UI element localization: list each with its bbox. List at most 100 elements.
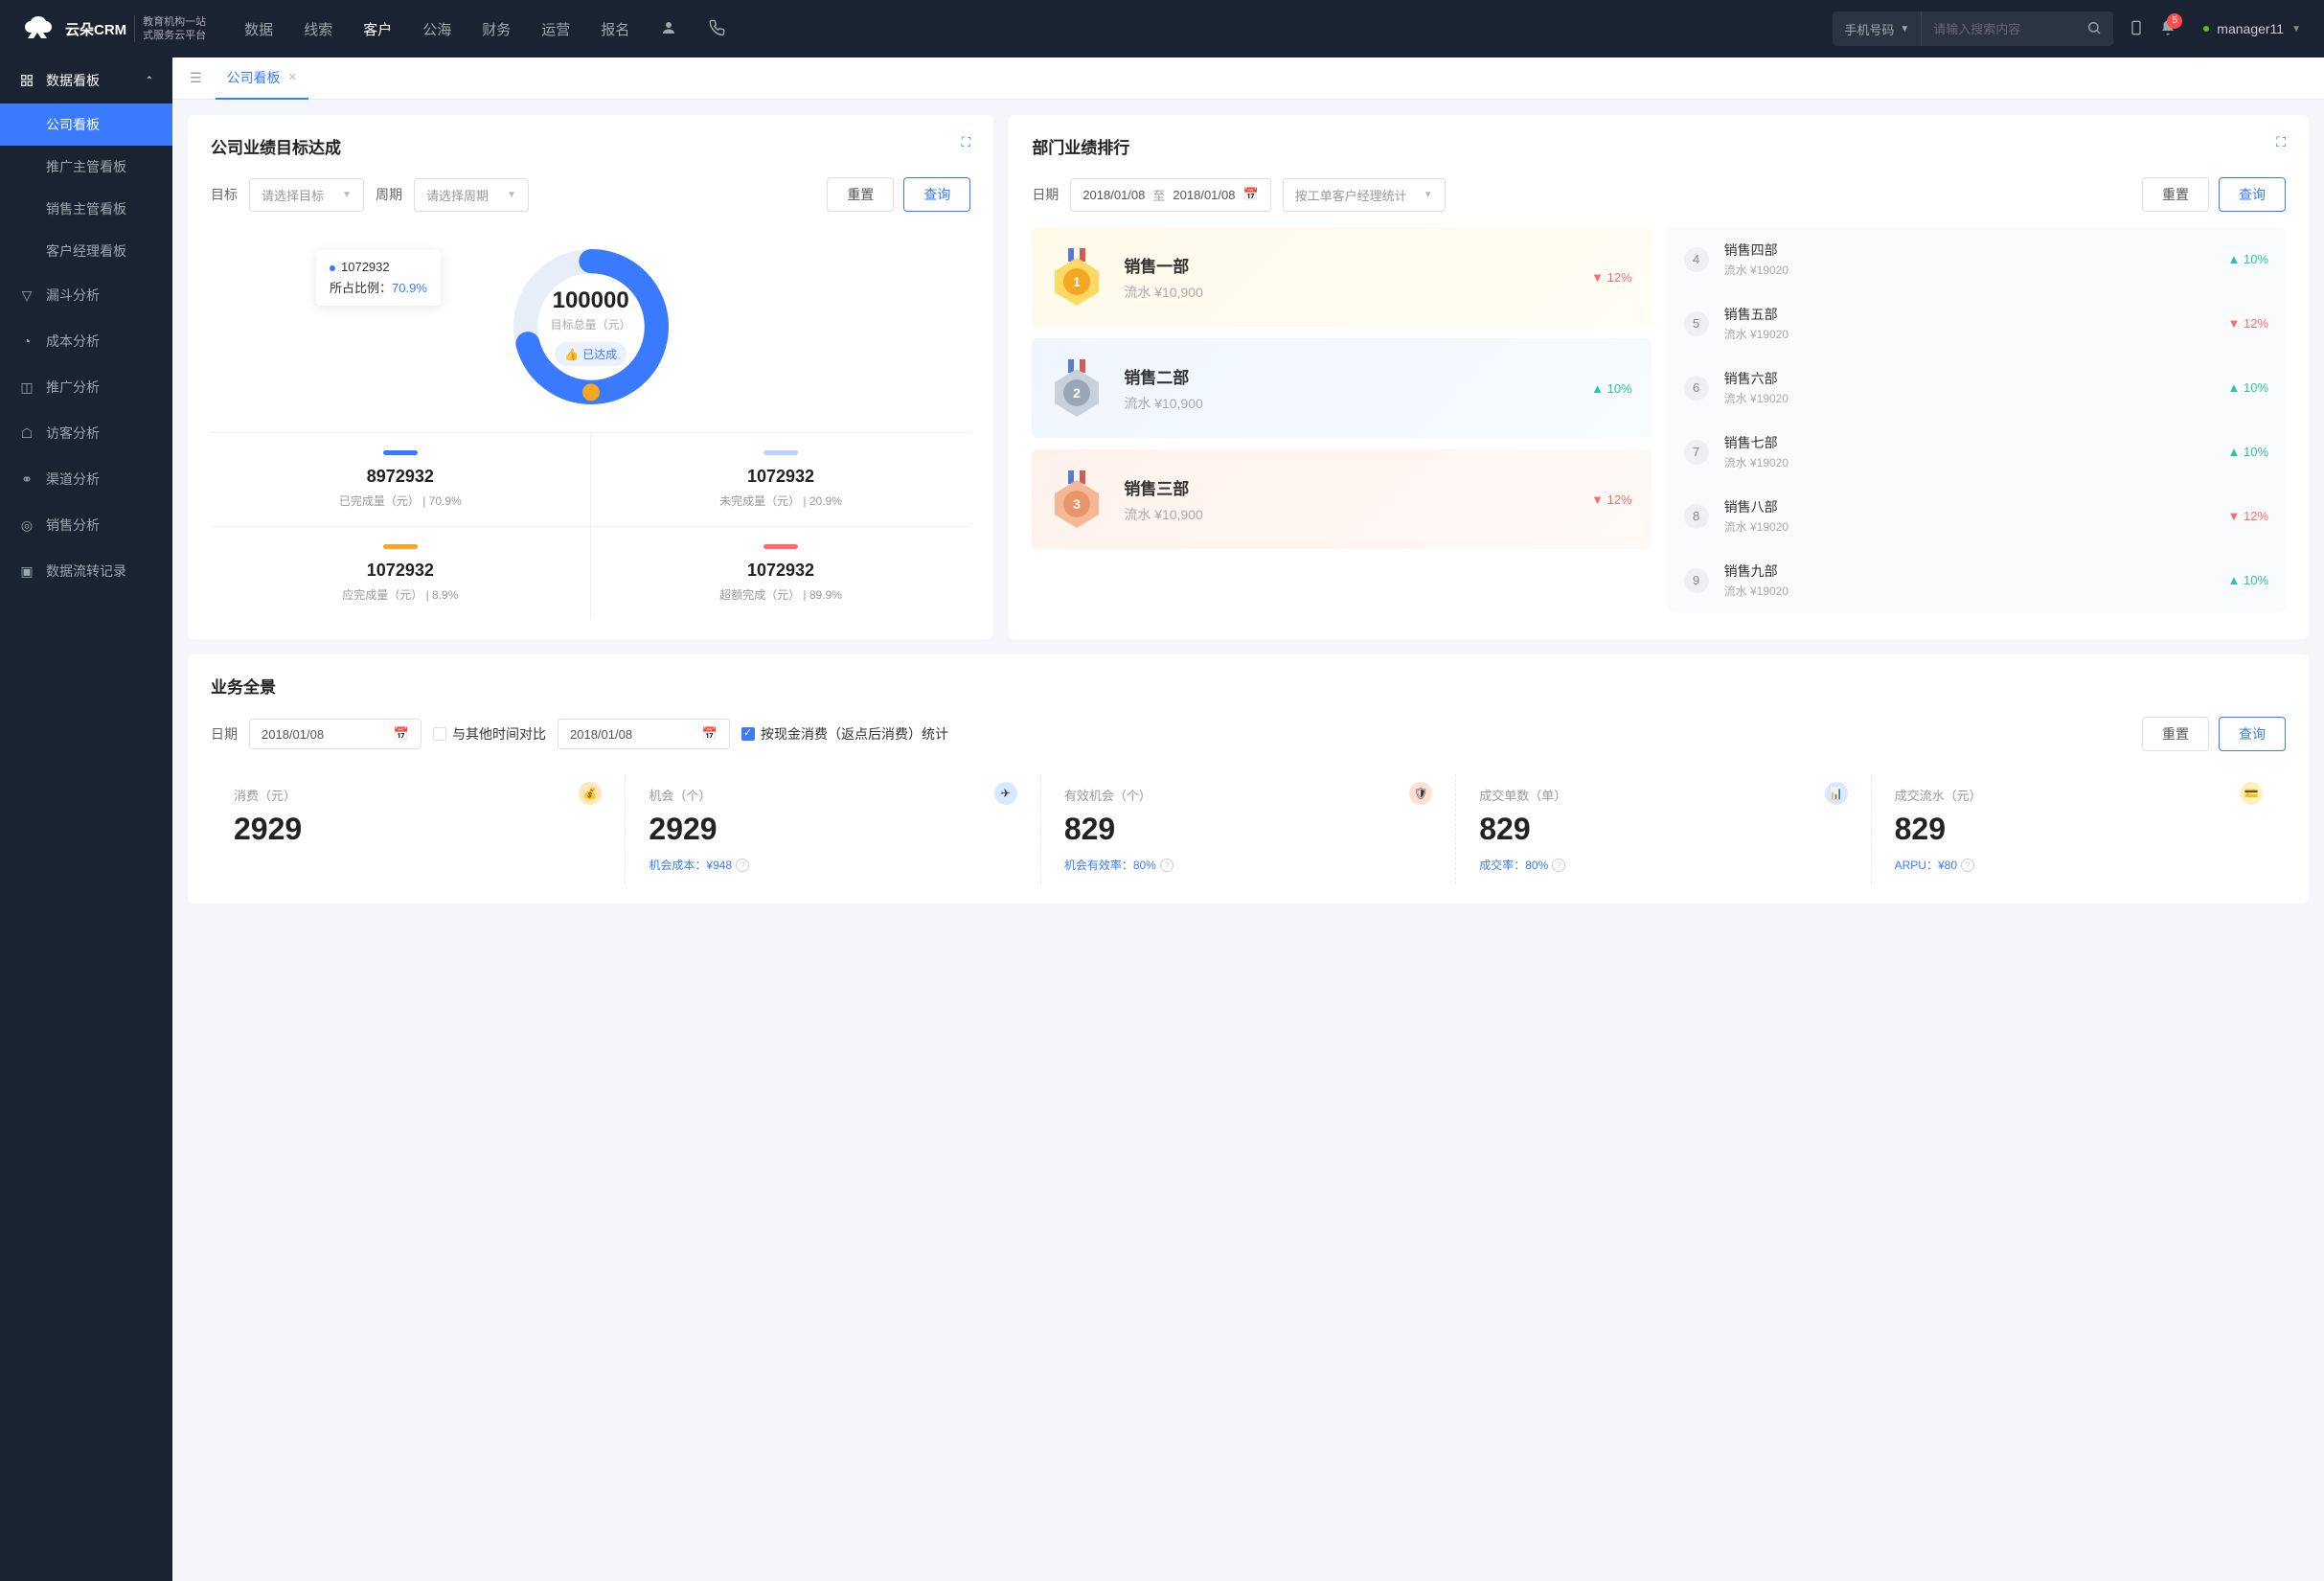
- reset-button[interactable]: 重置: [2142, 177, 2209, 212]
- user-menu[interactable]: manager11 ▼: [2203, 21, 2301, 36]
- menu-toggle-icon[interactable]: ☰: [184, 64, 208, 92]
- select-period[interactable]: 请选择周期▼: [414, 178, 529, 212]
- sidebar-item-sales-lead[interactable]: 销售主管看板: [0, 188, 172, 230]
- medal-icon: 2: [1051, 359, 1103, 417]
- rank-row[interactable]: 6销售六部流水 ¥19020▲ 10%: [1667, 355, 2286, 420]
- sidebar-item-promo-lead[interactable]: 推广主管看板: [0, 146, 172, 188]
- rank-row[interactable]: 8销售八部流水 ¥19020▼ 12%: [1667, 484, 2286, 548]
- topnav-leads[interactable]: 线索: [304, 19, 332, 39]
- select-target[interactable]: 请选择目标▼: [249, 178, 364, 212]
- rank-filters: 日期 2018/01/08 至 2018/01/08 📅 按工单客户经理统计▼ …: [1032, 177, 2286, 212]
- biz-filters: 日期 2018/01/08📅 与其他时间对比 2018/01/08📅 按现金消费…: [211, 717, 2286, 751]
- logo-icon: [23, 15, 57, 42]
- funnel-icon: ▽: [19, 287, 34, 303]
- rank-rest: 4销售四部流水 ¥19020▲ 10%5销售五部流水 ¥19020▼ 12%6销…: [1667, 227, 2286, 612]
- rank-row[interactable]: 9销售九部流水 ¥19020▲ 10%: [1667, 548, 2286, 612]
- rank-row[interactable]: 7销售七部流水 ¥19020▲ 10%: [1667, 420, 2286, 484]
- phone-icon[interactable]: [708, 19, 725, 39]
- sidebar-item-flow[interactable]: ▣数据流转记录: [0, 548, 172, 594]
- sidebar-item-account-mgr[interactable]: 客户经理看板: [0, 230, 172, 272]
- sidebar-group-dashboard[interactable]: 数据看板 ⌃: [0, 57, 172, 103]
- label-target: 目标: [211, 185, 238, 204]
- label-date: 日期: [211, 724, 238, 744]
- sidebar-item-company[interactable]: 公司看板: [0, 103, 172, 146]
- select-statby[interactable]: 按工单客户经理统计▼: [1283, 178, 1446, 212]
- svg-text:1: 1: [1073, 274, 1081, 289]
- svg-text:2: 2: [1073, 385, 1081, 401]
- topnav-data[interactable]: 数据: [244, 19, 273, 39]
- sidebar-item-channel[interactable]: ⚭渠道分析: [0, 456, 172, 502]
- stat-cell: 1072932未完成量（元） | 20.9%: [591, 433, 971, 527]
- biz-card: ✈机会（个）2929机会成本：¥948 ?: [626, 774, 1040, 884]
- date-input-2[interactable]: 2018/01/08📅: [558, 719, 730, 749]
- reset-button[interactable]: 重置: [2142, 717, 2209, 751]
- card-title: 部门业绩排行: [1032, 134, 2286, 158]
- topbar: 云朵CRM 教育机构一站式服务云平台 数据 线索 客户 公海 财务 运营 报名 …: [0, 0, 2324, 57]
- cash-checkbox[interactable]: 按现金消费（返点后消费）统计: [741, 724, 948, 744]
- metric-icon: 💳: [2240, 782, 2263, 805]
- dashboard-icon: [19, 73, 34, 88]
- topnav-finance[interactable]: 财务: [482, 19, 511, 39]
- label-period: 周期: [376, 185, 402, 204]
- topnav-customer[interactable]: 客户: [363, 19, 392, 39]
- rank-item[interactable]: 1销售一部流水 ¥10,900▼ 12%: [1032, 227, 1651, 327]
- query-button[interactable]: 查询: [2219, 177, 2286, 212]
- search-type-select[interactable]: 手机号码▼: [1833, 11, 1922, 46]
- donut-total: 100000: [551, 287, 631, 314]
- help-icon[interactable]: ?: [1552, 859, 1565, 872]
- expand-icon[interactable]: ⛶: [2276, 134, 2286, 150]
- chevron-up-icon: ⌃: [146, 76, 153, 86]
- rank-item[interactable]: 2销售二部流水 ¥10,900▲ 10%: [1032, 338, 1651, 438]
- rank-item[interactable]: 3销售三部流水 ¥10,900▼ 12%: [1032, 449, 1651, 549]
- rank-row[interactable]: 5销售五部流水 ¥19020▼ 12%: [1667, 291, 2286, 355]
- stat-cell: 1072932超额完成（元） | 89.9%: [591, 527, 971, 620]
- biz-card: 💰消费（元）2929: [211, 774, 626, 884]
- help-icon[interactable]: ?: [736, 859, 749, 872]
- biz-card: 💳成交流水（元）829ARPU：¥80 ?: [1872, 774, 2286, 884]
- medal-icon: 1: [1051, 248, 1103, 306]
- topnav-enroll[interactable]: 报名: [601, 19, 629, 39]
- user-icon[interactable]: [660, 19, 677, 39]
- metric-icon: ✈: [994, 782, 1017, 805]
- rank-row[interactable]: 4销售四部流水 ¥19020▲ 10%: [1667, 227, 2286, 291]
- sidebar-item-promo[interactable]: ◫推广分析: [0, 364, 172, 410]
- date-range[interactable]: 2018/01/08 至 2018/01/08 📅: [1070, 178, 1270, 212]
- channel-icon: ⚭: [19, 471, 34, 487]
- sidebar-item-sales[interactable]: ◎销售分析: [0, 502, 172, 548]
- query-button[interactable]: 查询: [2219, 717, 2286, 751]
- stat-cell: 1072932应完成量（元） | 8.9%: [211, 527, 591, 620]
- donut-chart: 1072932 所占比例：70.9% 100000 目标总量（元: [211, 212, 970, 432]
- card-title: 公司业绩目标达成: [211, 134, 970, 158]
- query-button[interactable]: 查询: [903, 177, 970, 212]
- help-icon[interactable]: ?: [1961, 859, 1974, 872]
- biz-card: 🛡有效机会（个）829机会有效率：80% ?: [1041, 774, 1456, 884]
- card-target: 公司业绩目标达成 ⛶ 目标 请选择目标▼ 周期 请选择周期▼ 重置 查询: [188, 115, 993, 639]
- logo[interactable]: 云朵CRM 教育机构一站式服务云平台: [23, 15, 206, 43]
- calendar-icon: 📅: [1242, 187, 1258, 202]
- date-input-1[interactable]: 2018/01/08📅: [249, 719, 422, 749]
- mobile-icon[interactable]: [2129, 18, 2144, 40]
- biz-cards: 💰消费（元）2929✈机会（个）2929机会成本：¥948 ?🛡有效机会（个）8…: [211, 774, 2286, 884]
- topnav-ops[interactable]: 运营: [541, 19, 570, 39]
- achieved-badge: 👍已达成: [555, 342, 627, 366]
- tab-company[interactable]: 公司看板 ✕: [216, 57, 308, 100]
- compare-checkbox[interactable]: 与其他时间对比: [433, 724, 546, 744]
- sidebar-item-visitor[interactable]: ☖访客分析: [0, 410, 172, 456]
- calendar-icon: 📅: [702, 726, 718, 742]
- main: ☰ 公司看板 ✕ 公司业绩目标达成 ⛶ 目标 请选择目标▼ 周期 请选择周期▼: [172, 57, 2324, 1581]
- expand-icon[interactable]: ⛶: [962, 134, 971, 150]
- sidebar-item-funnel[interactable]: ▽漏斗分析: [0, 272, 172, 318]
- card-rank: 部门业绩排行 ⛶ 日期 2018/01/08 至 2018/01/08 📅 按工…: [1009, 115, 2309, 639]
- search: 手机号码▼: [1833, 11, 2113, 46]
- sidebar-item-cost[interactable]: ◔成本分析: [0, 318, 172, 364]
- topnav-pool[interactable]: 公海: [422, 19, 451, 39]
- bell-icon[interactable]: 5: [2159, 19, 2176, 39]
- help-icon[interactable]: ?: [1160, 859, 1173, 872]
- promo-icon: ◫: [19, 379, 34, 395]
- brand-subtitle: 教育机构一站式服务云平台: [134, 15, 206, 43]
- close-icon[interactable]: ✕: [288, 71, 297, 83]
- card-title: 业务全景: [211, 674, 2286, 698]
- reset-button[interactable]: 重置: [827, 177, 894, 212]
- search-input[interactable]: [1922, 22, 2075, 36]
- search-button[interactable]: [2075, 20, 2113, 38]
